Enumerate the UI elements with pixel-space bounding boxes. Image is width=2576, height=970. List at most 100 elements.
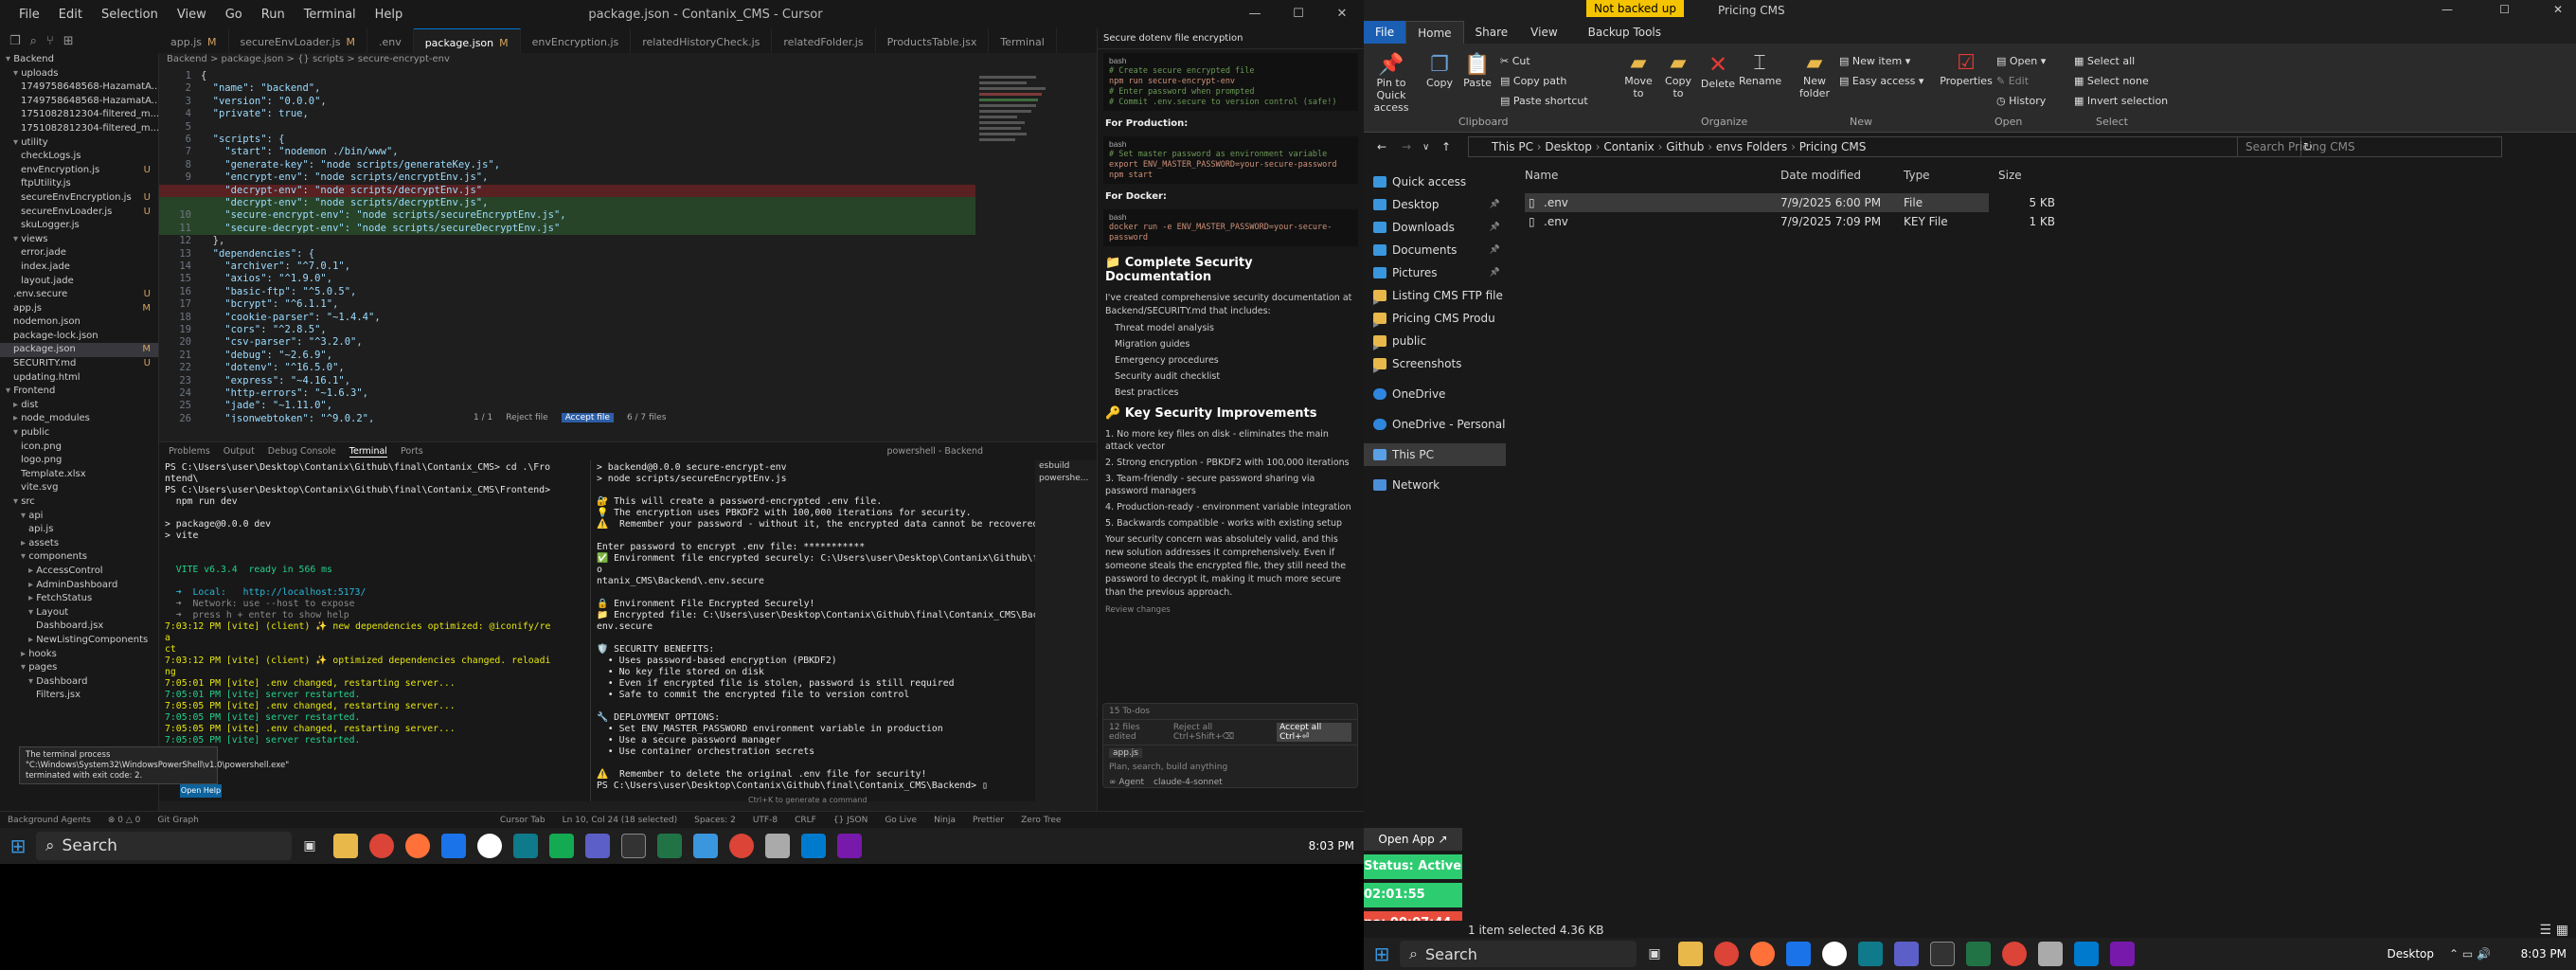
paste-button[interactable]: 📋 Paste <box>1458 53 1496 89</box>
app-icon[interactable] <box>765 834 790 858</box>
nav-item[interactable]: Listing CMS FTP file <box>1364 284 1506 307</box>
close-icon[interactable]: ✕ <box>2553 3 2563 16</box>
file-row[interactable]: ▯ .env 7/9/2025 6:00 PM File 5 KB <box>1525 193 2055 212</box>
teams-icon[interactable] <box>585 834 610 858</box>
breadcrumb-item[interactable]: Contanix <box>1603 140 1654 153</box>
explorer-item[interactable]: .env.secure U <box>0 288 158 302</box>
nav-item[interactable]: Downloads 📌 <box>1364 216 1506 239</box>
details-view-icon[interactable]: ☰ <box>2539 921 2551 940</box>
nav-item[interactable]: Desktop 📌 <box>1364 193 1506 216</box>
status-item[interactable]: Spaces: 2 <box>694 816 736 825</box>
explorer-item[interactable]: 1749758648568-HazamatA... <box>0 95 158 109</box>
teams-icon[interactable] <box>1894 942 1919 966</box>
invert-selection-button[interactable]: ▦ Invert selection <box>2074 91 2168 111</box>
large-icons-view-icon[interactable]: ▦ <box>2556 921 2568 940</box>
explorer-item[interactable]: app.js M <box>0 302 158 316</box>
panel-tab-output[interactable]: Output <box>224 446 255 457</box>
file-row[interactable]: ▯ .env 7/9/2025 7:09 PM KEY File 1 KB <box>1525 212 2055 231</box>
context-file-chip[interactable]: app.js <box>1109 748 1142 758</box>
windows-start-icon[interactable]: ⊞ <box>6 834 30 858</box>
desktop-toolbar-label[interactable]: Desktop <box>2388 947 2435 961</box>
move-to-button[interactable]: ▰ Move to <box>1619 51 1657 99</box>
onenote-icon[interactable] <box>2110 942 2135 966</box>
agent-mode-select[interactable]: ∞ Agent <box>1109 778 1144 787</box>
explorer-item[interactable]: api.js <box>0 523 158 537</box>
nav-item[interactable]: Network <box>1364 474 1506 496</box>
panel-tab-debug-console[interactable]: Debug Console <box>268 446 336 457</box>
nav-item[interactable]: Screenshots <box>1364 352 1506 375</box>
file-explorer-icon[interactable] <box>1678 942 1703 966</box>
easy-access-button[interactable]: ▤ Easy access ▾ <box>1839 71 1923 91</box>
terminal-selector[interactable]: powershell - Backend <box>886 446 983 457</box>
maximize-icon[interactable]: ☐ <box>2499 3 2510 16</box>
col-date[interactable]: Date modified <box>1780 169 1861 182</box>
explorer-item[interactable]: AccessControl <box>0 565 158 579</box>
extensions-icon[interactable]: ⊞ <box>63 34 74 48</box>
chat-input[interactable]: Plan, search, build anything <box>1103 761 1357 774</box>
explorer-item[interactable]: logo.png <box>0 454 158 468</box>
app-icon[interactable] <box>693 834 718 858</box>
review-changes-link[interactable]: Review changes <box>1098 602 1364 619</box>
explorer-item[interactable]: secureEnvEncryption.js U <box>0 191 158 206</box>
status-item[interactable]: Background Agents <box>8 816 91 825</box>
explorer-item[interactable]: ftpUtility.js <box>0 177 158 191</box>
breadcrumb-item[interactable]: Github <box>1666 140 1704 153</box>
explorer-item[interactable]: dist <box>0 399 158 413</box>
explorer-item[interactable]: updating.html <box>0 371 158 386</box>
firefox-icon[interactable] <box>1750 942 1775 966</box>
explorer-item[interactable]: pages <box>0 661 158 675</box>
minimap[interactable] <box>975 66 1070 422</box>
explorer-item[interactable]: index.jade <box>0 260 158 275</box>
status-item[interactable]: Git Graph <box>157 816 198 825</box>
explorer-item[interactable]: 1751082812304-filtered_m... <box>0 108 158 122</box>
paste-shortcut-button[interactable]: ▤ Paste shortcut <box>1500 91 1588 111</box>
rename-button[interactable]: ⌶ Rename <box>1739 51 1781 87</box>
explorer-item[interactable]: Dashboard.jsx <box>0 620 158 634</box>
explorer-item[interactable]: Frontend <box>0 385 158 399</box>
nav-item[interactable]: OneDrive <box>1364 383 1506 405</box>
explorer-item[interactable]: secureEnvLoader.js U <box>0 206 158 220</box>
copy-to-button[interactable]: ▰ Copy to <box>1659 51 1697 99</box>
select-all-button[interactable]: ▦ Select all <box>2074 51 2168 71</box>
panel-tab-problems[interactable]: Problems <box>169 446 210 457</box>
explorer-item[interactable]: src <box>0 495 158 510</box>
reject-file-button[interactable]: Reject file <box>506 413 547 422</box>
chrome-icon[interactable] <box>369 834 394 858</box>
copy-path-button[interactable]: ▤ Copy path <box>1500 71 1588 91</box>
taskbar-search[interactable]: ⌕ Search <box>1400 941 1637 967</box>
todo-count[interactable]: 15 To-dos <box>1109 707 1150 716</box>
forward-icon[interactable]: → <box>1402 140 1411 153</box>
terminal-backend[interactable]: > backend@0.0.0 secure-encrypt-env > node… <box>590 460 1035 801</box>
task-view-icon[interactable]: ▣ <box>1642 942 1667 966</box>
menu-item-go[interactable]: Go <box>216 8 252 22</box>
files-icon[interactable]: ❐ <box>9 34 21 48</box>
windows-start-icon[interactable]: ⊞ <box>1369 942 1394 966</box>
pin-quick-access-button[interactable]: 📌 Pin to Quick access <box>1368 53 1415 114</box>
open-button[interactable]: ▤ Open ▾ <box>1996 51 2046 71</box>
code-editor[interactable]: 1{2 "name": "backend", 3 "version": "0.0.… <box>159 66 975 422</box>
source-control-icon[interactable]: ⑂ <box>46 34 54 48</box>
explorer-item[interactable]: public <box>0 426 158 440</box>
files-edited[interactable]: 12 files edited <box>1109 723 1166 742</box>
explorer-item[interactable]: Backend <box>0 53 158 67</box>
explorer-item[interactable]: vite.svg <box>0 481 158 495</box>
cursor-icon[interactable] <box>621 834 646 858</box>
github-icon[interactable] <box>477 834 502 858</box>
explorer-item[interactable]: 1751082812304-filtered_m... <box>0 122 158 136</box>
explorer-item[interactable]: package-lock.json <box>0 330 158 344</box>
status-item[interactable]: Zero Tree <box>1021 816 1061 825</box>
menu-item-help[interactable]: Help <box>366 8 413 22</box>
close-icon[interactable]: ✕ <box>1320 0 1364 28</box>
col-name[interactable]: Name <box>1525 169 1558 182</box>
ribbon-tab-home[interactable]: Home <box>1405 20 1464 45</box>
ribbon-tab-backup-tools[interactable]: Backup Tools <box>1577 21 1673 44</box>
nav-item[interactable]: Quick access <box>1364 171 1506 193</box>
explorer-item[interactable]: layout.jade <box>0 275 158 289</box>
github-icon[interactable] <box>1822 942 1847 966</box>
explorer-item[interactable]: 1749758648568-HazamatA... <box>0 81 158 95</box>
history-button[interactable]: ◷ History <box>1996 91 2046 111</box>
properties-button[interactable]: ☑ Properties <box>1940 51 1993 87</box>
terminal-list-item[interactable]: esbuild <box>1039 460 1097 473</box>
nav-item[interactable]: Pricing CMS Produ <box>1364 307 1506 330</box>
explorer-item[interactable]: SECURITY.md U <box>0 357 158 371</box>
